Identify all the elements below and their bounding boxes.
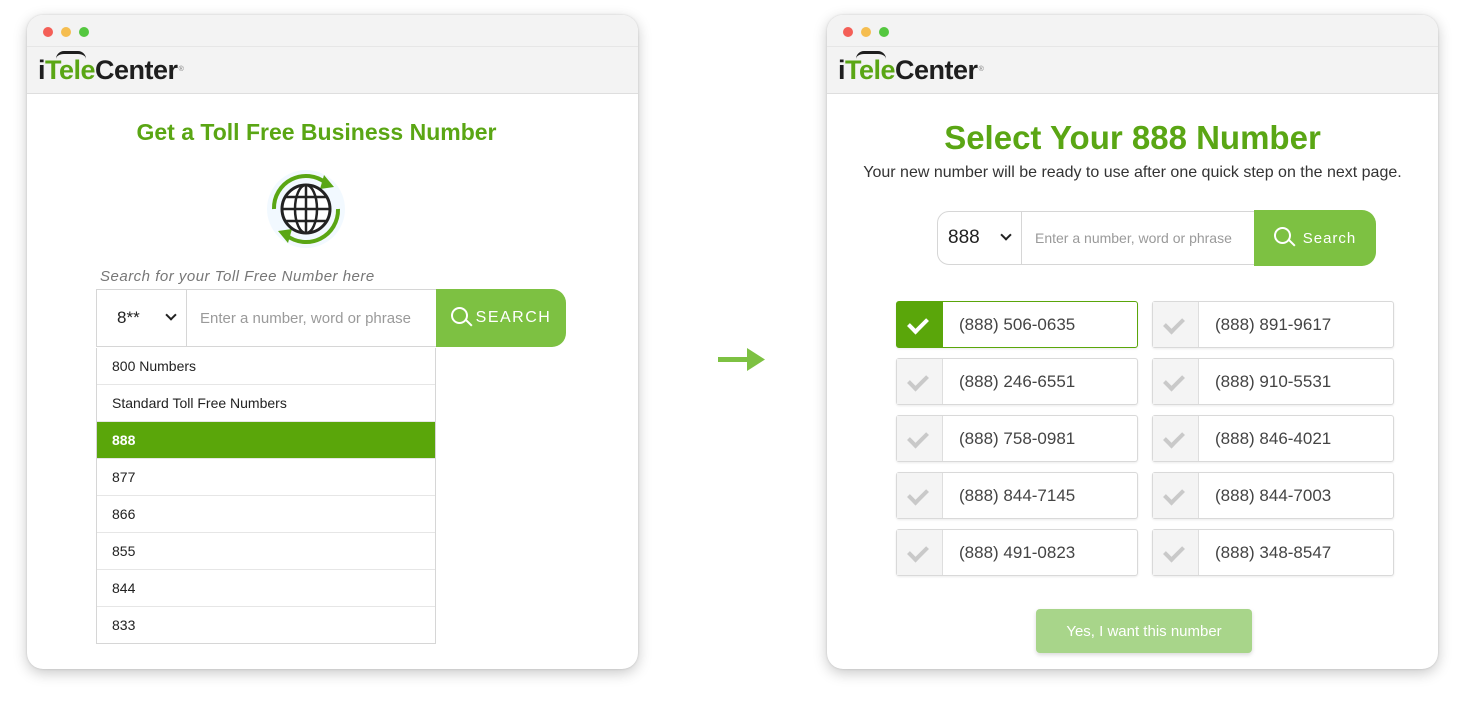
window-titlebar xyxy=(827,15,1438,46)
window-titlebar xyxy=(27,15,638,46)
logo-text-tele: Tele xyxy=(45,55,96,85)
site-header: iTeleCenter® xyxy=(27,46,638,94)
number-option[interactable]: (888) 348-8547 xyxy=(1152,529,1394,576)
number-text: (888) 846-4021 xyxy=(1215,429,1332,448)
search-input[interactable] xyxy=(187,290,436,346)
dropdown-option[interactable]: 855 xyxy=(97,533,435,570)
checkbox[interactable] xyxy=(897,530,943,575)
itelecenter-logo[interactable]: iTeleCenter® xyxy=(38,51,184,85)
number-text: (888) 506-0635 xyxy=(959,315,1076,334)
prefix-select-value: 8** xyxy=(117,308,140,327)
logo-text-center: Center xyxy=(895,55,978,85)
phone-handset-icon xyxy=(856,51,886,59)
search-bar: 8** xyxy=(96,289,437,347)
prefix-select[interactable]: 888 xyxy=(938,212,1022,264)
site-header: iTeleCenter® xyxy=(827,46,1438,94)
registered-mark: ® xyxy=(178,66,184,73)
number-option[interactable]: (888) 758-0981 xyxy=(896,415,1138,462)
minimize-window-dot[interactable] xyxy=(861,27,871,37)
checkmark-icon xyxy=(1163,483,1185,506)
search-icon xyxy=(1273,227,1296,249)
right-arrow-icon xyxy=(718,348,765,371)
search-icon xyxy=(450,307,473,329)
phone-handset-icon xyxy=(56,51,86,59)
confirm-number-button[interactable]: Yes, I want this number xyxy=(1036,609,1252,653)
number-text: (888) 348-8547 xyxy=(1215,543,1332,562)
logo-text-tele: Tele xyxy=(845,55,896,85)
number-text: (888) 844-7003 xyxy=(1215,486,1332,505)
maximize-window-dot[interactable] xyxy=(79,27,89,37)
number-text: (888) 910-5531 xyxy=(1215,372,1332,391)
dropdown-option[interactable]: 800 Numbers xyxy=(97,348,435,385)
logo-text-center: Center xyxy=(95,55,178,85)
number-option[interactable]: (888) 491-0823 xyxy=(896,529,1138,576)
checkbox[interactable] xyxy=(1153,416,1199,461)
minimize-window-dot[interactable] xyxy=(61,27,71,37)
number-option[interactable]: (888) 844-7145 xyxy=(896,472,1138,519)
prefix-select[interactable]: 8** xyxy=(97,290,187,346)
checkmark-icon xyxy=(1163,540,1185,563)
search-button[interactable]: SEARCH xyxy=(436,289,566,347)
dropdown-option[interactable]: Standard Toll Free Numbers xyxy=(97,385,435,422)
search-button-label: Search xyxy=(1302,229,1357,247)
number-text: (888) 758-0981 xyxy=(959,429,1076,448)
checkbox[interactable] xyxy=(1153,530,1199,575)
checkbox[interactable] xyxy=(1153,302,1199,347)
prefix-select-value: 888 xyxy=(948,227,980,248)
page-title: Get a Toll Free Business Number xyxy=(136,119,497,145)
browser-window-select: iTeleCenter® Select Your 888 Number Your… xyxy=(827,15,1438,669)
globe-refresh-icon xyxy=(267,170,345,248)
checkbox[interactable] xyxy=(897,473,943,518)
checkbox[interactable] xyxy=(1153,473,1199,518)
checkbox[interactable] xyxy=(897,416,943,461)
prefix-dropdown-list: 800 Numbers Standard Toll Free Numbers 8… xyxy=(96,348,436,644)
close-window-dot[interactable] xyxy=(43,27,53,37)
search-button[interactable]: Search xyxy=(1254,210,1376,266)
search-button-label: SEARCH xyxy=(475,309,552,326)
dropdown-option-selected[interactable]: 888 xyxy=(97,422,435,459)
page-subtitle: Your new number will be ready to use aft… xyxy=(863,164,1402,181)
number-text: (888) 844-7145 xyxy=(959,486,1076,505)
number-option[interactable]: (888) 910-5531 xyxy=(1152,358,1394,405)
logo-text-i: i xyxy=(38,55,46,85)
checkmark-icon xyxy=(907,369,929,392)
checkmark-icon xyxy=(907,540,929,563)
browser-window-search: iTeleCenter® Get a Toll Free Business Nu… xyxy=(27,15,638,669)
checkmark-icon xyxy=(907,426,929,449)
dropdown-option[interactable]: 866 xyxy=(97,496,435,533)
page-title: Select Your 888 Number xyxy=(944,119,1321,156)
chevron-down-icon xyxy=(1000,229,1012,241)
number-option[interactable]: (888) 846-4021 xyxy=(1152,415,1394,462)
search-hint-label: Search for your Toll Free Number here xyxy=(100,268,375,285)
registered-mark: ® xyxy=(978,66,984,73)
number-text: (888) 891-9617 xyxy=(1215,315,1332,334)
maximize-window-dot[interactable] xyxy=(879,27,889,37)
checkmark-icon xyxy=(907,483,929,506)
logo-text-i: i xyxy=(838,55,846,85)
checkbox[interactable] xyxy=(897,302,943,347)
search-bar: 888 xyxy=(937,211,1257,265)
dropdown-option[interactable]: 844 xyxy=(97,570,435,607)
checkmark-icon xyxy=(1163,369,1185,392)
chevron-down-icon xyxy=(165,309,177,321)
checkmark-icon xyxy=(907,312,929,335)
search-input[interactable] xyxy=(1022,212,1256,264)
number-option-selected[interactable]: (888) 506-0635 xyxy=(896,301,1138,348)
itelecenter-logo[interactable]: iTeleCenter® xyxy=(838,51,984,85)
dropdown-option[interactable]: 833 xyxy=(97,607,435,643)
number-text: (888) 246-6551 xyxy=(959,372,1076,391)
checkmark-icon xyxy=(1163,426,1185,449)
checkmark-icon xyxy=(1163,312,1185,335)
dropdown-option[interactable]: 877 xyxy=(97,459,435,496)
number-option[interactable]: (888) 844-7003 xyxy=(1152,472,1394,519)
number-option[interactable]: (888) 246-6551 xyxy=(896,358,1138,405)
number-option[interactable]: (888) 891-9617 xyxy=(1152,301,1394,348)
close-window-dot[interactable] xyxy=(843,27,853,37)
checkbox[interactable] xyxy=(1153,359,1199,404)
checkbox[interactable] xyxy=(897,359,943,404)
number-text: (888) 491-0823 xyxy=(959,543,1076,562)
